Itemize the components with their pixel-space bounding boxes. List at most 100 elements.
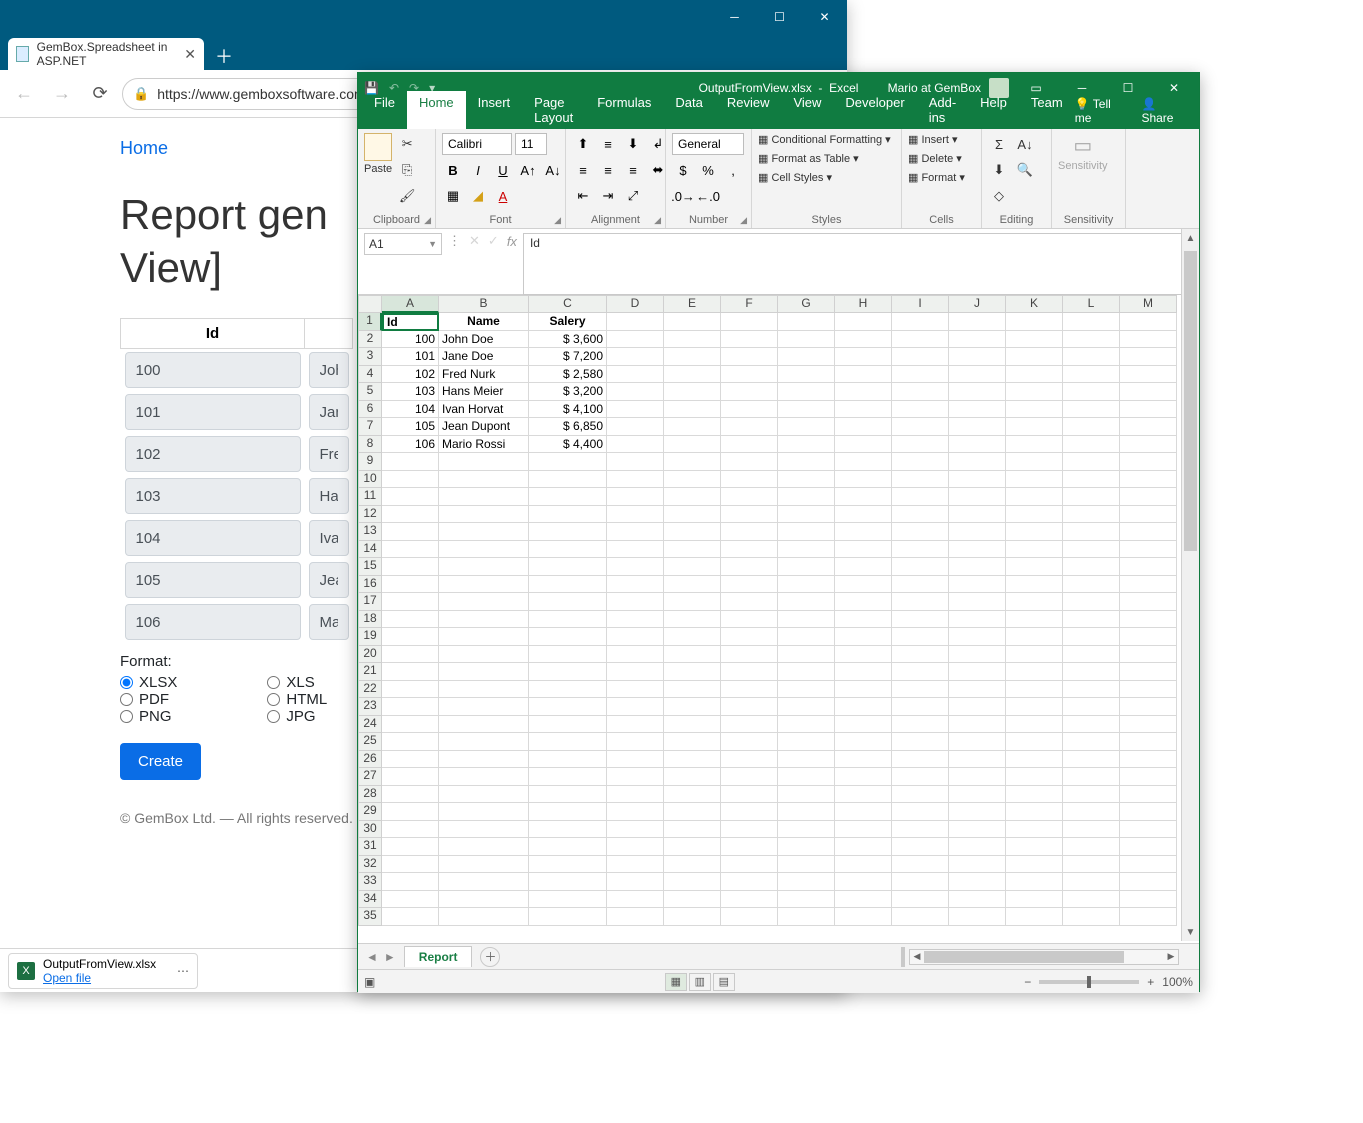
cell[interactable]: Ivan Horvat	[439, 401, 529, 419]
format-option-xlsx[interactable]: XLSX	[120, 674, 177, 691]
cell[interactable]	[439, 488, 529, 506]
cell[interactable]	[949, 436, 1006, 454]
cell[interactable]	[607, 436, 664, 454]
tab-close-icon[interactable]: ✕	[184, 46, 196, 63]
cell[interactable]	[439, 856, 529, 874]
cell[interactable]	[439, 611, 529, 629]
ribbon-tab-view[interactable]: View	[781, 91, 833, 129]
cell[interactable]	[664, 751, 721, 769]
qat-customize-icon[interactable]: ▾	[429, 81, 435, 95]
cell[interactable]	[949, 838, 1006, 856]
decrease-decimal-icon[interactable]: ←.0	[697, 185, 719, 207]
cell[interactable]	[892, 698, 949, 716]
cell[interactable]	[835, 593, 892, 611]
cell[interactable]	[1120, 891, 1177, 909]
cell[interactable]	[607, 331, 664, 349]
cell[interactable]	[949, 348, 1006, 366]
zoom-slider[interactable]	[1039, 980, 1139, 984]
cell[interactable]	[835, 611, 892, 629]
cell[interactable]	[664, 348, 721, 366]
sheet-tab[interactable]: Report	[404, 946, 473, 967]
align-right-icon[interactable]: ≡	[622, 159, 644, 181]
cell[interactable]	[1063, 576, 1120, 594]
percent-icon[interactable]: %	[697, 159, 719, 181]
cell[interactable]	[949, 751, 1006, 769]
vertical-scrollbar[interactable]: ▲ ▼	[1181, 229, 1199, 941]
cell[interactable]	[382, 488, 439, 506]
cell[interactable]	[1120, 576, 1177, 594]
cell[interactable]	[1006, 856, 1063, 874]
cell[interactable]	[607, 646, 664, 664]
row-header[interactable]: 18	[358, 611, 382, 629]
cell[interactable]	[1063, 786, 1120, 804]
cut-icon[interactable]: ✂	[396, 133, 418, 155]
row-header[interactable]: 33	[358, 873, 382, 891]
cell[interactable]	[949, 471, 1006, 489]
delete-cells-button[interactable]: ▦ Delete ▾	[908, 152, 965, 165]
cell[interactable]	[1063, 558, 1120, 576]
cell[interactable]	[892, 488, 949, 506]
cell[interactable]	[382, 681, 439, 699]
column-header[interactable]: K	[1006, 295, 1063, 313]
cell[interactable]	[1120, 821, 1177, 839]
ribbon-tab-formulas[interactable]: Formulas	[585, 91, 663, 129]
cell[interactable]	[1120, 523, 1177, 541]
formula-input[interactable]: Id ⌄	[523, 233, 1193, 295]
cell[interactable]	[949, 576, 1006, 594]
cell[interactable]	[721, 541, 778, 559]
new-sheet-button[interactable]: ＋	[480, 947, 500, 967]
cell[interactable]	[382, 821, 439, 839]
cell[interactable]	[664, 628, 721, 646]
cell[interactable]	[1006, 418, 1063, 436]
cell[interactable]	[664, 453, 721, 471]
cell[interactable]	[892, 768, 949, 786]
cell[interactable]	[892, 856, 949, 874]
cell[interactable]	[529, 908, 607, 926]
row-header[interactable]: 25	[358, 733, 382, 751]
cell[interactable]	[778, 383, 835, 401]
cell[interactable]	[949, 698, 1006, 716]
cell[interactable]	[778, 646, 835, 664]
cell[interactable]	[382, 541, 439, 559]
cell[interactable]	[721, 313, 778, 331]
cell[interactable]	[949, 558, 1006, 576]
cell[interactable]	[892, 821, 949, 839]
cell[interactable]	[835, 821, 892, 839]
cell[interactable]	[664, 523, 721, 541]
cell[interactable]	[607, 663, 664, 681]
row-header[interactable]: 34	[358, 891, 382, 909]
cell[interactable]	[529, 681, 607, 699]
cell[interactable]	[1120, 471, 1177, 489]
cell[interactable]	[439, 628, 529, 646]
zoom-out-button[interactable]: −	[1024, 975, 1031, 989]
cell[interactable]	[721, 698, 778, 716]
cell[interactable]	[607, 593, 664, 611]
cell[interactable]	[949, 593, 1006, 611]
underline-icon[interactable]: U	[492, 159, 514, 181]
cell[interactable]	[607, 803, 664, 821]
row-header[interactable]: 23	[358, 698, 382, 716]
cell[interactable]	[1120, 663, 1177, 681]
cell[interactable]	[835, 541, 892, 559]
cell[interactable]	[835, 558, 892, 576]
cell[interactable]	[607, 628, 664, 646]
cell[interactable]	[1120, 856, 1177, 874]
cell[interactable]	[1063, 733, 1120, 751]
cell[interactable]	[778, 768, 835, 786]
format-option-pdf[interactable]: PDF	[120, 691, 177, 708]
cell[interactable]	[1006, 681, 1063, 699]
cell[interactable]	[1120, 348, 1177, 366]
font-name-dropdown[interactable]: Calibri	[442, 133, 512, 155]
cell[interactable]	[778, 558, 835, 576]
cell[interactable]	[835, 698, 892, 716]
cell[interactable]	[607, 751, 664, 769]
cell[interactable]	[529, 453, 607, 471]
cell[interactable]	[1120, 558, 1177, 576]
enter-icon[interactable]: ✓	[488, 233, 499, 249]
cell[interactable]	[892, 383, 949, 401]
cell[interactable]	[949, 541, 1006, 559]
cell[interactable]	[382, 733, 439, 751]
cell[interactable]	[949, 663, 1006, 681]
cell[interactable]	[778, 716, 835, 734]
cell[interactable]	[607, 366, 664, 384]
